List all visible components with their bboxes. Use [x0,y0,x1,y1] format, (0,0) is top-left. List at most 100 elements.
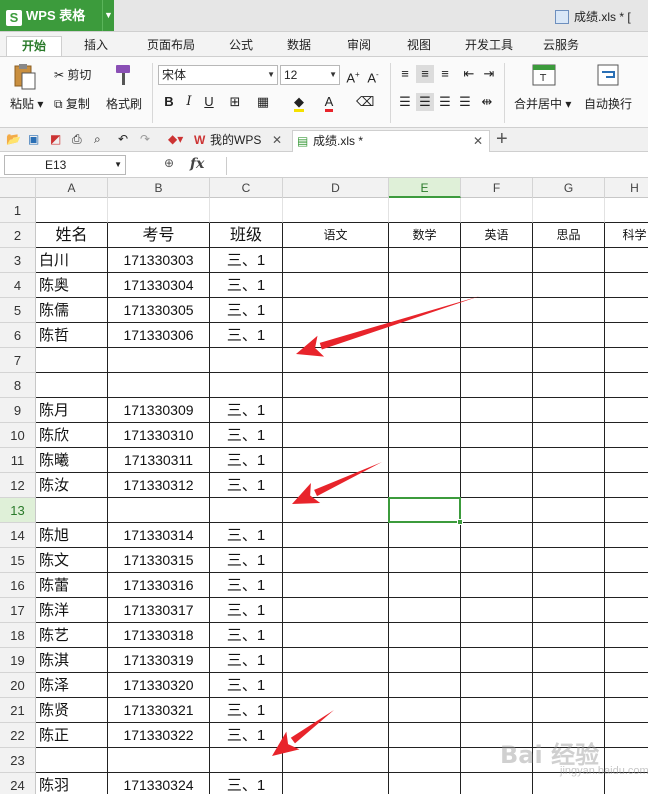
cell-A4[interactable]: 陈奥 [36,273,108,298]
cell-B20[interactable]: 171330320 [108,673,210,698]
cell-G4[interactable] [533,273,605,298]
tab-8[interactable]: 云服务 [530,36,592,56]
cell-H5[interactable] [605,298,648,323]
cell-E8[interactable] [389,373,461,398]
cell-B4[interactable]: 171330304 [108,273,210,298]
tab-4[interactable]: 数据 [270,36,328,56]
cell-E18[interactable] [389,623,461,648]
cell-B12[interactable]: 171330312 [108,473,210,498]
cell-F19[interactable] [461,648,533,673]
cell-C2[interactable]: 班级 [210,223,283,248]
cell-C7[interactable] [210,348,283,373]
cell-A6[interactable]: 陈哲 [36,323,108,348]
align-left-icon[interactable]: ☰ [396,93,414,111]
cell-F10[interactable] [461,423,533,448]
cell-E15[interactable] [389,548,461,573]
cell-H18[interactable] [605,623,648,648]
clear-format-icon[interactable]: ⌫ [356,93,374,111]
cell-B2[interactable]: 考号 [108,223,210,248]
cell-G1[interactable] [533,198,605,223]
tab-0[interactable]: 开始 [6,36,62,56]
cell-H9[interactable] [605,398,648,423]
cell-B15[interactable]: 171330315 [108,548,210,573]
row-header[interactable]: 21 [0,698,36,723]
cell-A1[interactable] [36,198,108,223]
cell-E16[interactable] [389,573,461,598]
row-header[interactable]: 22 [0,723,36,748]
increase-font-icon[interactable]: A+ [344,66,362,85]
cell-B23[interactable] [108,748,210,773]
formula-input[interactable] [226,157,646,175]
cell-G5[interactable] [533,298,605,323]
cell-H13[interactable] [605,498,648,523]
cell-A2[interactable]: 姓名 [36,223,108,248]
cell-H14[interactable] [605,523,648,548]
indent-decrease-icon[interactable]: ⇤ [460,65,478,83]
cell-E9[interactable] [389,398,461,423]
cell-F15[interactable] [461,548,533,573]
align-center-icon[interactable]: ☰ [416,93,434,111]
align-middle-icon[interactable]: ≡ [416,65,434,83]
cell-B21[interactable]: 171330321 [108,698,210,723]
row-header[interactable]: 8 [0,373,36,398]
paste-button[interactable]: 粘贴 ▾ [10,95,43,112]
cell-H1[interactable] [605,198,648,223]
cell-G3[interactable] [533,248,605,273]
cell-H17[interactable] [605,598,648,623]
cell-F24[interactable] [461,773,533,794]
cell-C14[interactable]: 三、1 [210,523,283,548]
cell-D20[interactable] [283,673,389,698]
cell-H7[interactable] [605,348,648,373]
cell-D21[interactable] [283,698,389,723]
cell-B24[interactable]: 171330324 [108,773,210,794]
app-menu-button[interactable]: S WPS 表格 ▼ [0,0,114,31]
merge-center-icon[interactable]: T [532,63,556,89]
font-name-select[interactable]: 宋体 ▼ [158,65,278,85]
cell-F4[interactable] [461,273,533,298]
cell-D7[interactable] [283,348,389,373]
cell-G21[interactable] [533,698,605,723]
format-painter-button[interactable]: 格式刷 [106,95,142,112]
cell-D14[interactable] [283,523,389,548]
cell-B22[interactable]: 171330322 [108,723,210,748]
cell-D10[interactable] [283,423,389,448]
cell-B13[interactable] [108,498,210,523]
border-icon[interactable]: ⊞ [226,93,244,111]
cell-H6[interactable] [605,323,648,348]
cell-D1[interactable] [283,198,389,223]
cell-A16[interactable]: 陈蕾 [36,573,108,598]
cell-F21[interactable] [461,698,533,723]
cell-A10[interactable]: 陈欣 [36,423,108,448]
print-icon[interactable]: ⎙ [72,132,82,147]
cell-B5[interactable]: 171330305 [108,298,210,323]
column-header[interactable]: D [283,178,389,198]
cell-D5[interactable] [283,298,389,323]
merge-center-button[interactable]: 合并居中 ▾ [514,95,571,112]
cell-A21[interactable]: 陈贤 [36,698,108,723]
cell-H15[interactable] [605,548,648,573]
cell-C5[interactable]: 三、1 [210,298,283,323]
cell-E19[interactable] [389,648,461,673]
close-icon[interactable]: ✕ [473,131,483,151]
cell-C22[interactable]: 三、1 [210,723,283,748]
cell-A18[interactable]: 陈艺 [36,623,108,648]
row-header[interactable]: 14 [0,523,36,548]
indent-increase-icon[interactable]: ⇥ [480,65,498,83]
cell-H4[interactable] [605,273,648,298]
row-header[interactable]: 18 [0,623,36,648]
print-preview-icon[interactable]: ⌕ [94,132,101,147]
align-top-icon[interactable]: ≡ [396,65,414,83]
cell-D9[interactable] [283,398,389,423]
more-dropdown-icon[interactable]: ◆▾ [168,132,183,146]
redo-icon[interactable]: ↷ [140,132,150,146]
cell-H21[interactable] [605,698,648,723]
tab-5[interactable]: 审阅 [330,36,388,56]
cell-H2[interactable]: 科学 [605,223,648,248]
cell-G16[interactable] [533,573,605,598]
row-header[interactable]: 1 [0,198,36,223]
row-header[interactable]: 13 [0,498,36,523]
cell-B14[interactable]: 171330314 [108,523,210,548]
cell-E14[interactable] [389,523,461,548]
cell-E23[interactable] [389,748,461,773]
tab-7[interactable]: 开发工具 [450,36,528,56]
